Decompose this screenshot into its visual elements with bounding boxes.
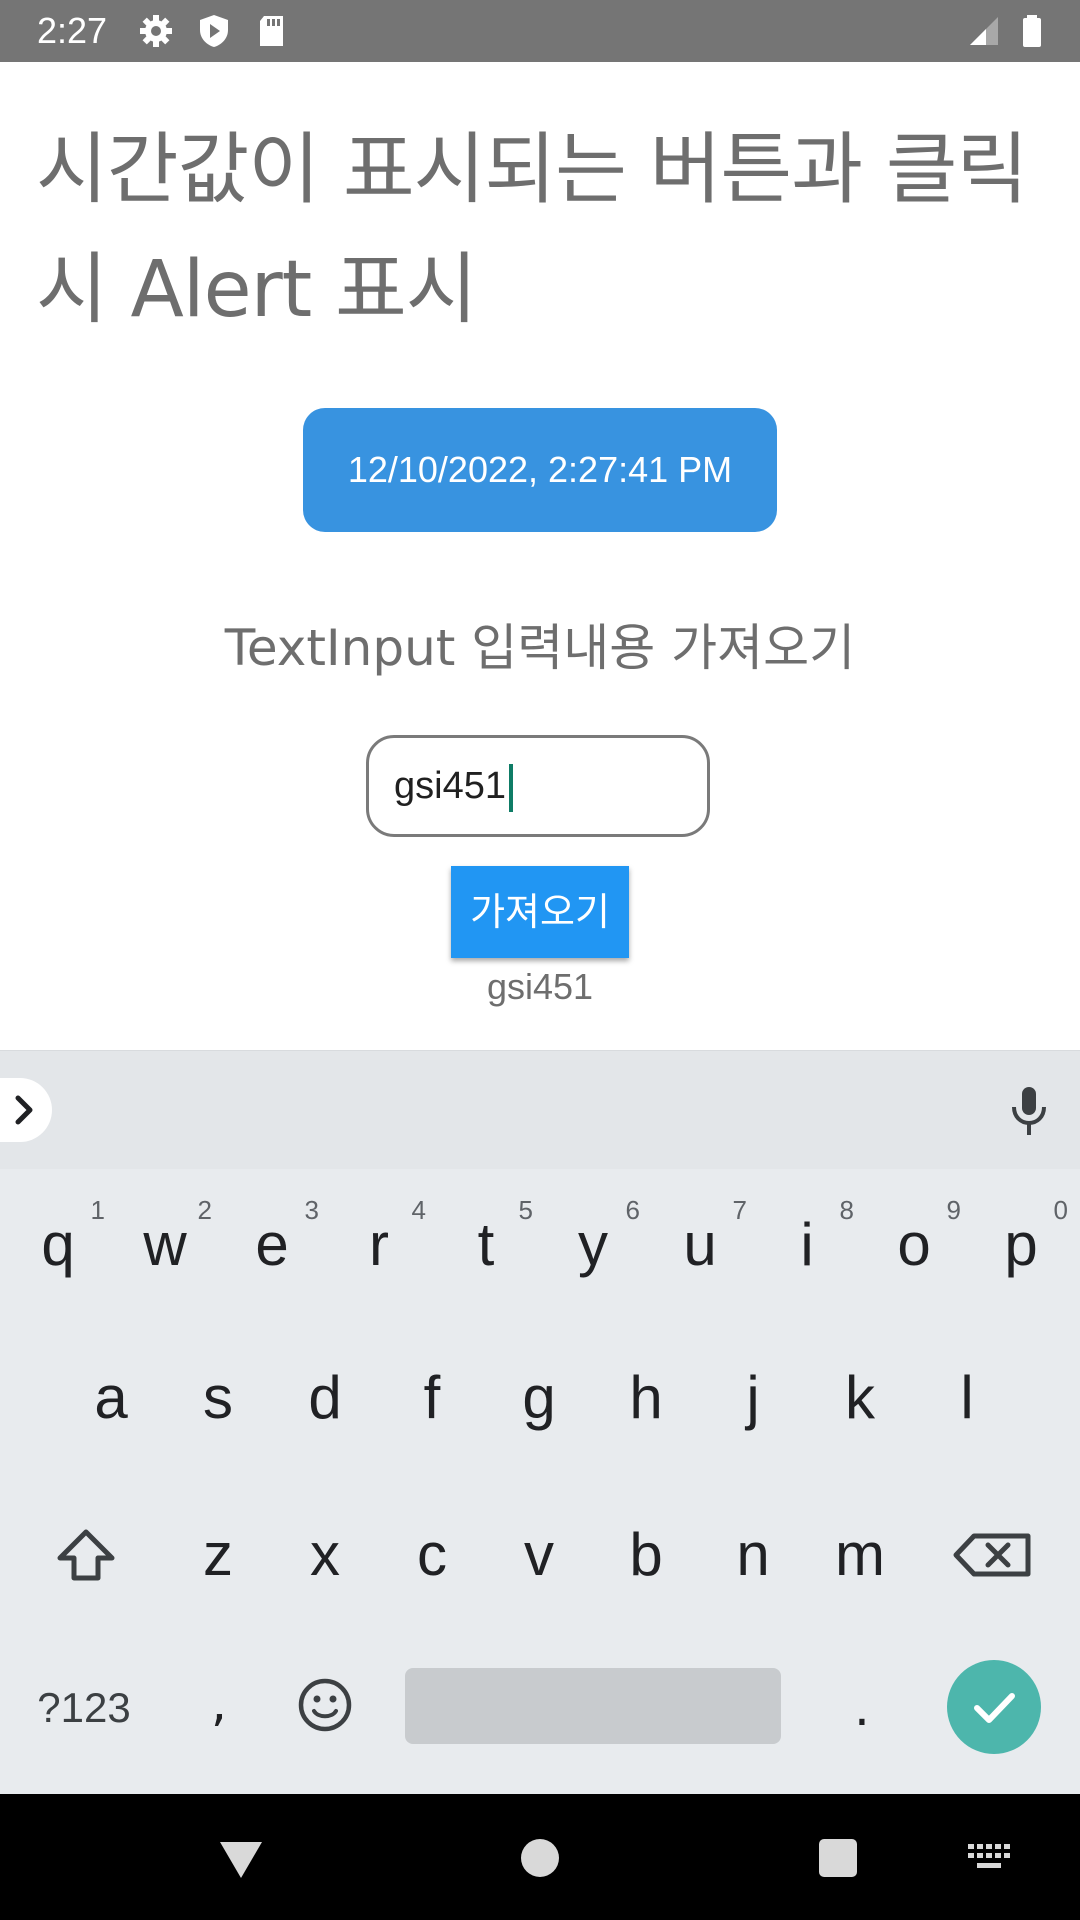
key-g[interactable]: g: [486, 1338, 592, 1458]
signal-icon: [966, 13, 1002, 49]
key-hint: 8: [839, 1195, 854, 1225]
microphone-button[interactable]: [1004, 1085, 1054, 1137]
backspace-key[interactable]: [936, 1495, 1052, 1615]
settings-icon: [138, 13, 174, 49]
key-i[interactable]: i8: [754, 1185, 860, 1305]
home-nav-button[interactable]: [520, 1838, 560, 1878]
time-alert-button[interactable]: 12/10/2022, 2:27:41 PM: [303, 408, 777, 532]
key-hint: 9: [946, 1195, 961, 1225]
key-d[interactable]: d: [272, 1338, 378, 1458]
key-e[interactable]: e3: [219, 1185, 325, 1305]
fetch-button[interactable]: 가져오기: [451, 866, 629, 958]
enter-key[interactable]: [947, 1660, 1041, 1754]
key-u[interactable]: u7: [647, 1185, 753, 1305]
key-c[interactable]: c: [379, 1495, 485, 1615]
key-hint: 5: [518, 1195, 533, 1225]
key-label: t: [477, 1211, 495, 1278]
key-n[interactable]: n: [700, 1495, 806, 1615]
key-label: y: [578, 1211, 608, 1278]
microphone-icon: [1012, 1087, 1046, 1135]
key-l[interactable]: l: [914, 1338, 1020, 1458]
key-label: o: [897, 1211, 931, 1278]
text-input[interactable]: gsi451: [366, 735, 710, 837]
recents-nav-button[interactable]: [818, 1838, 858, 1878]
key-f[interactable]: f: [379, 1338, 485, 1458]
key-q[interactable]: q1: [5, 1185, 111, 1305]
key-x[interactable]: x: [272, 1495, 378, 1615]
status-time: 2:27: [37, 10, 108, 51]
shift-key[interactable]: [28, 1495, 144, 1615]
key-z[interactable]: z: [165, 1495, 271, 1615]
key-s[interactable]: s: [165, 1338, 271, 1458]
backspace-icon: [953, 1533, 1031, 1577]
page-title: 시간값이 표시되는 버튼과 클릭 시 Alert 표시: [36, 125, 1028, 335]
text-cursor: [508, 763, 513, 812]
key-b[interactable]: b: [593, 1495, 699, 1615]
key-label: q: [41, 1211, 75, 1278]
keyboard-suggestion-bar: [0, 1050, 1080, 1169]
back-nav-button[interactable]: [216, 1838, 266, 1882]
key-hint: 4: [411, 1195, 426, 1225]
shift-icon: [57, 1529, 115, 1581]
key-a[interactable]: a: [58, 1338, 164, 1458]
key-hint: 0: [1053, 1195, 1068, 1225]
checkmark-icon: [974, 1693, 1015, 1723]
key-hint: 7: [732, 1195, 747, 1225]
keyboard-expand-button[interactable]: [0, 1078, 52, 1142]
key-label: u: [683, 1211, 717, 1278]
key-hint: 2: [197, 1195, 212, 1225]
back-triangle-icon: [220, 1842, 262, 1878]
key-hint: 3: [304, 1195, 319, 1225]
key-hint: 1: [90, 1195, 105, 1225]
text-input-value: gsi451: [394, 765, 506, 807]
key-m[interactable]: m: [807, 1495, 913, 1615]
home-circle-icon: [521, 1839, 559, 1877]
section-label: TextInput 입력내용 가져오기: [224, 619, 856, 677]
emoji-key[interactable]: [280, 1648, 370, 1768]
key-label: r: [369, 1211, 389, 1278]
recents-square-icon: [819, 1839, 857, 1877]
chevron-right-icon: [15, 1095, 33, 1125]
key-t[interactable]: t5: [433, 1185, 539, 1305]
key-y[interactable]: y6: [540, 1185, 646, 1305]
sd-card-icon: [254, 13, 290, 49]
key-v[interactable]: v: [486, 1495, 592, 1615]
result-text: gsi451: [486, 966, 594, 1007]
key-label: i: [800, 1211, 814, 1278]
key-label: p: [1004, 1211, 1038, 1278]
key-k[interactable]: k: [807, 1338, 913, 1458]
key-label: w: [143, 1211, 187, 1278]
symbols-key[interactable]: ?123: [18, 1648, 150, 1768]
key-j[interactable]: j: [700, 1338, 806, 1458]
comma-key[interactable]: ,: [167, 1648, 271, 1768]
key-hint: 6: [625, 1195, 640, 1225]
key-o[interactable]: o9: [861, 1185, 967, 1305]
emoji-icon: [298, 1678, 352, 1732]
key-h[interactable]: h: [593, 1338, 699, 1458]
key-r[interactable]: r4: [326, 1185, 432, 1305]
battery-icon: [1014, 13, 1050, 49]
key-label: e: [255, 1211, 289, 1278]
keyboard-switch-button[interactable]: [968, 1844, 1012, 1872]
period-key[interactable]: .: [812, 1648, 912, 1768]
space-key[interactable]: [405, 1668, 781, 1744]
keyboard-icon: [968, 1844, 1010, 1868]
key-p[interactable]: p0: [968, 1185, 1074, 1305]
shield-play-icon: [196, 13, 232, 49]
key-w[interactable]: w2: [112, 1185, 218, 1305]
